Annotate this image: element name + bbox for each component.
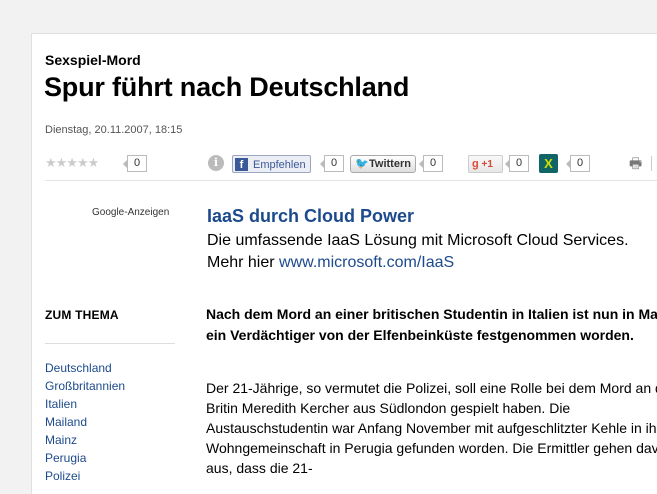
facebook-recommend-button[interactable]: f Empfehlen: [232, 155, 311, 173]
xing-share-button[interactable]: X: [539, 154, 558, 173]
facebook-icon: f: [235, 158, 248, 171]
google-plus-one-button[interactable]: g +1: [468, 155, 503, 173]
facebook-count: 0: [320, 155, 344, 172]
article-kicker: Sexspiel-Mord: [45, 52, 141, 68]
article-page: Sexspiel-Mord Spur führt nach Deutschlan…: [31, 33, 657, 494]
share-bar: ★★★★★ 0 i f Empfehlen 0 🐦 Twittern 0 g +…: [45, 150, 657, 181]
article-body: Der 21-Jährige, so vermutet die Polizei,…: [206, 380, 657, 476]
facebook-label: Empfehlen: [253, 159, 306, 171]
ad-url-link[interactable]: www.microsoft.com/IaaS: [279, 254, 454, 271]
twitter-label: Twittern: [369, 158, 411, 170]
ad-title-link[interactable]: IaaS durch Cloud Power: [207, 206, 414, 227]
twitter-count: 0: [419, 155, 443, 172]
ad-text: Die umfassende IaaS Lösung mit Microsoft…: [207, 230, 637, 274]
topic-tag-link[interactable]: Perugia: [45, 449, 125, 467]
sharebar-divider: [651, 156, 652, 171]
topic-tag-link[interactable]: Italien: [45, 395, 125, 413]
zum-thema-heading: ZUM THEMA: [45, 308, 119, 322]
gplus-count: 0: [505, 155, 529, 172]
article-lead: Nach dem Mord an einer britischen Studen…: [206, 306, 657, 343]
twitter-tweet-button[interactable]: 🐦 Twittern: [350, 155, 416, 173]
xing-icon: X: [544, 156, 553, 171]
rating-count: 0: [123, 155, 147, 172]
xing-count: 0: [566, 155, 590, 172]
rating-stars[interactable]: ★★★★★: [45, 155, 99, 171]
topic-tag-link[interactable]: Mainz: [45, 431, 125, 449]
print-icon[interactable]: 🖶: [629, 153, 642, 177]
article-headline: Spur führt nach Deutschland: [44, 72, 410, 102]
info-icon[interactable]: i: [208, 155, 224, 171]
google-icon: g: [472, 158, 479, 170]
topic-tag-list: Deutschland Großbritannien Italien Maila…: [45, 359, 125, 485]
topic-tag-link[interactable]: Polizei: [45, 467, 125, 485]
topic-tag-link[interactable]: Deutschland: [45, 359, 125, 377]
gplus-label: +1: [481, 159, 493, 170]
twitter-bird-icon: 🐦: [355, 158, 369, 170]
zum-thema-divider: [45, 343, 175, 344]
ads-label: Google-Anzeigen: [92, 207, 170, 218]
article-date: Dienstag, 20.11.2007, 18:15: [45, 124, 183, 136]
topic-tag-link[interactable]: Mailand: [45, 413, 125, 431]
topic-tag-link[interactable]: Großbritannien: [45, 377, 125, 395]
